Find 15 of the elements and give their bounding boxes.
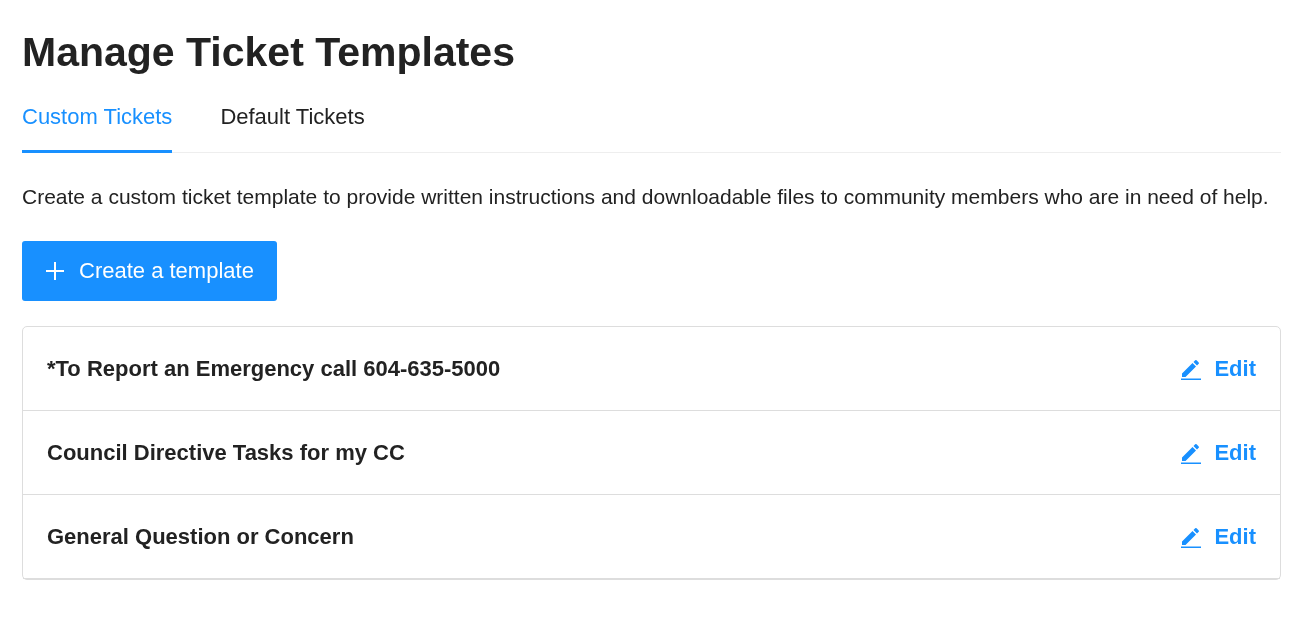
tab[interactable]: Custom Tickets <box>22 104 173 153</box>
create-template-button[interactable]: Create a template <box>22 241 277 301</box>
pencil-icon <box>1180 525 1203 548</box>
plus-icon <box>45 261 65 281</box>
template-name: Council Directive Tasks for my CC <box>47 439 405 466</box>
template-name: *To Report an Emergency call 604-635-5000 <box>47 355 501 382</box>
pencil-icon <box>1180 441 1203 464</box>
edit-link[interactable]: Edit <box>1180 439 1256 466</box>
tab[interactable]: Default Tickets <box>220 104 365 153</box>
template-name: General Question or Concern <box>47 523 354 550</box>
edit-link[interactable]: Edit <box>1180 355 1256 382</box>
description: Create a custom ticket template to provide written instructions and downloadable files to community members who are in need of help. <box>22 184 1270 210</box>
page-title: Manage Ticket Templates <box>22 28 516 76</box>
pencil-icon <box>1180 357 1203 380</box>
edit-link[interactable]: Edit <box>1180 523 1256 550</box>
